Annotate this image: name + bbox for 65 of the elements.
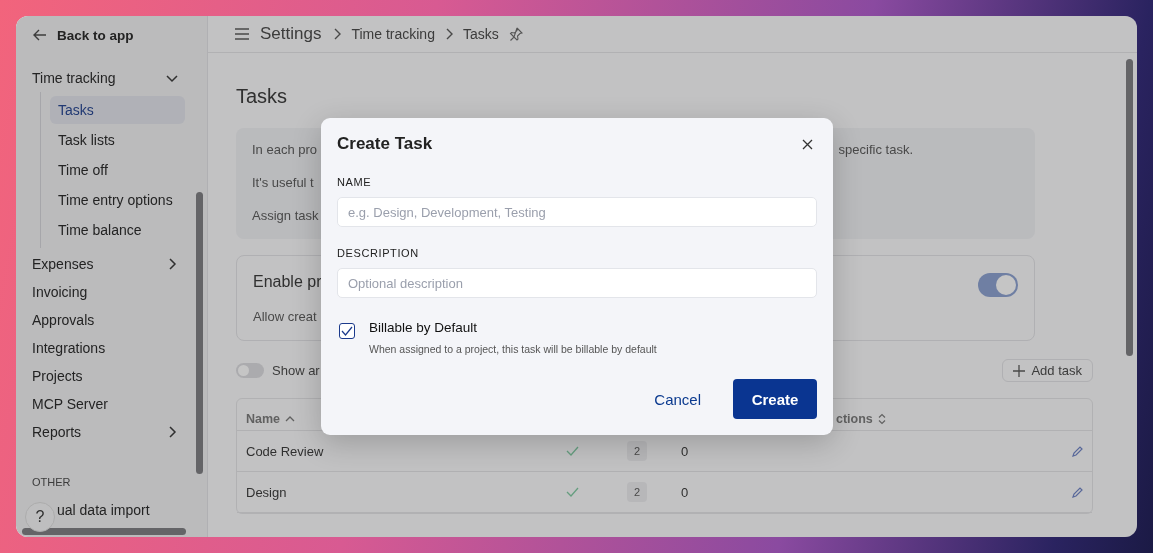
- sort-icon[interactable]: [877, 413, 886, 425]
- sidebar-subitem[interactable]: Task lists: [50, 126, 185, 154]
- pin-icon[interactable]: [508, 27, 523, 41]
- add-task-button[interactable]: Add task: [1002, 359, 1093, 382]
- close-icon[interactable]: [802, 138, 813, 150]
- table-cell-text: 0: [681, 443, 690, 459]
- chevron-right-icon: [166, 426, 178, 438]
- checkbox-label: Billable by Default: [369, 320, 479, 335]
- toggle-switch[interactable]: [236, 363, 264, 378]
- input-field[interactable]: Optional description: [337, 268, 817, 298]
- project-count: 2: [627, 441, 647, 461]
- scrollbar[interactable]: [196, 192, 203, 474]
- chevron-right-icon: [333, 28, 342, 40]
- sidebar-item[interactable]: Integrations: [16, 334, 196, 362]
- sidebar-item[interactable]: Expenses: [16, 250, 196, 278]
- sidebar-subitem[interactable]: Time balance: [50, 216, 185, 244]
- scrollbar[interactable]: [22, 528, 186, 535]
- chevron-right-icon: [166, 258, 178, 270]
- setting-description: Allow creat: [253, 309, 318, 324]
- dialog-title: Create Task: [337, 134, 433, 154]
- cancel-button[interactable]: Cancel: [654, 390, 701, 408]
- toggle-label: Show ar: [272, 363, 320, 378]
- breadcrumb-item[interactable]: Time tracking: [351, 26, 435, 42]
- pencil-icon[interactable]: [1072, 445, 1083, 457]
- sidebar-subitem[interactable]: Tasks: [50, 96, 185, 124]
- project-count: 2: [627, 482, 647, 502]
- info-text: specific task.: [838, 142, 913, 157]
- sidebar-subitem[interactable]: Time off: [50, 156, 185, 184]
- arrow-left-icon: [33, 29, 47, 41]
- checkbox[interactable]: [339, 323, 355, 339]
- setting-title: Enable pr: [253, 273, 322, 291]
- chevron-right-icon: [444, 28, 453, 40]
- create-button[interactable]: Create: [733, 379, 817, 419]
- chevron-down-icon: [166, 72, 178, 84]
- table-cell-text: 0: [681, 484, 690, 500]
- plus-icon: [1013, 364, 1026, 377]
- sort-ascending-icon[interactable]: [285, 415, 296, 423]
- breadcrumb-item[interactable]: Tasks: [462, 26, 499, 42]
- hint-text: When assigned to a project, this task will be billable by default: [369, 343, 657, 355]
- sidebar-subitem[interactable]: Time entry options: [50, 186, 185, 214]
- sidebar-item[interactable]: Time tracking: [16, 64, 196, 92]
- table-cell-text: Design: [246, 484, 288, 500]
- menu-icon[interactable]: [234, 28, 250, 40]
- field-label: DESCRIPTION: [337, 247, 420, 259]
- page-title: Tasks: [236, 85, 289, 108]
- sidebar-item[interactable]: Approvals: [16, 306, 196, 334]
- sidebar-item[interactable]: ual data import: [57, 496, 196, 524]
- sidebar-item[interactable]: Projects: [16, 362, 196, 390]
- field-label: NAME: [337, 176, 373, 188]
- breadcrumb-item[interactable]: Settings: [260, 24, 322, 44]
- scrollbar[interactable]: [1126, 59, 1133, 356]
- column-header[interactable]: ctions: [836, 412, 1092, 426]
- table-cell-text: Code Review: [246, 443, 325, 459]
- back-link[interactable]: Back to app: [16, 16, 207, 54]
- toggle-switch[interactable]: [978, 273, 1018, 297]
- sidebar-item[interactable]: Reports: [16, 418, 196, 446]
- input-field[interactable]: e.g. Design, Development, Testing: [337, 197, 817, 227]
- sidebar-item[interactable]: Invoicing: [16, 278, 196, 306]
- section-heading: OTHER: [31, 476, 72, 490]
- sidebar-item[interactable]: MCP Server: [16, 390, 196, 418]
- info-text: In each pro: [252, 142, 318, 157]
- help-button[interactable]: ?: [25, 502, 55, 532]
- info-text: Assign task: [252, 208, 319, 223]
- info-text: It's useful t: [252, 175, 314, 190]
- pencil-icon[interactable]: [1072, 486, 1083, 498]
